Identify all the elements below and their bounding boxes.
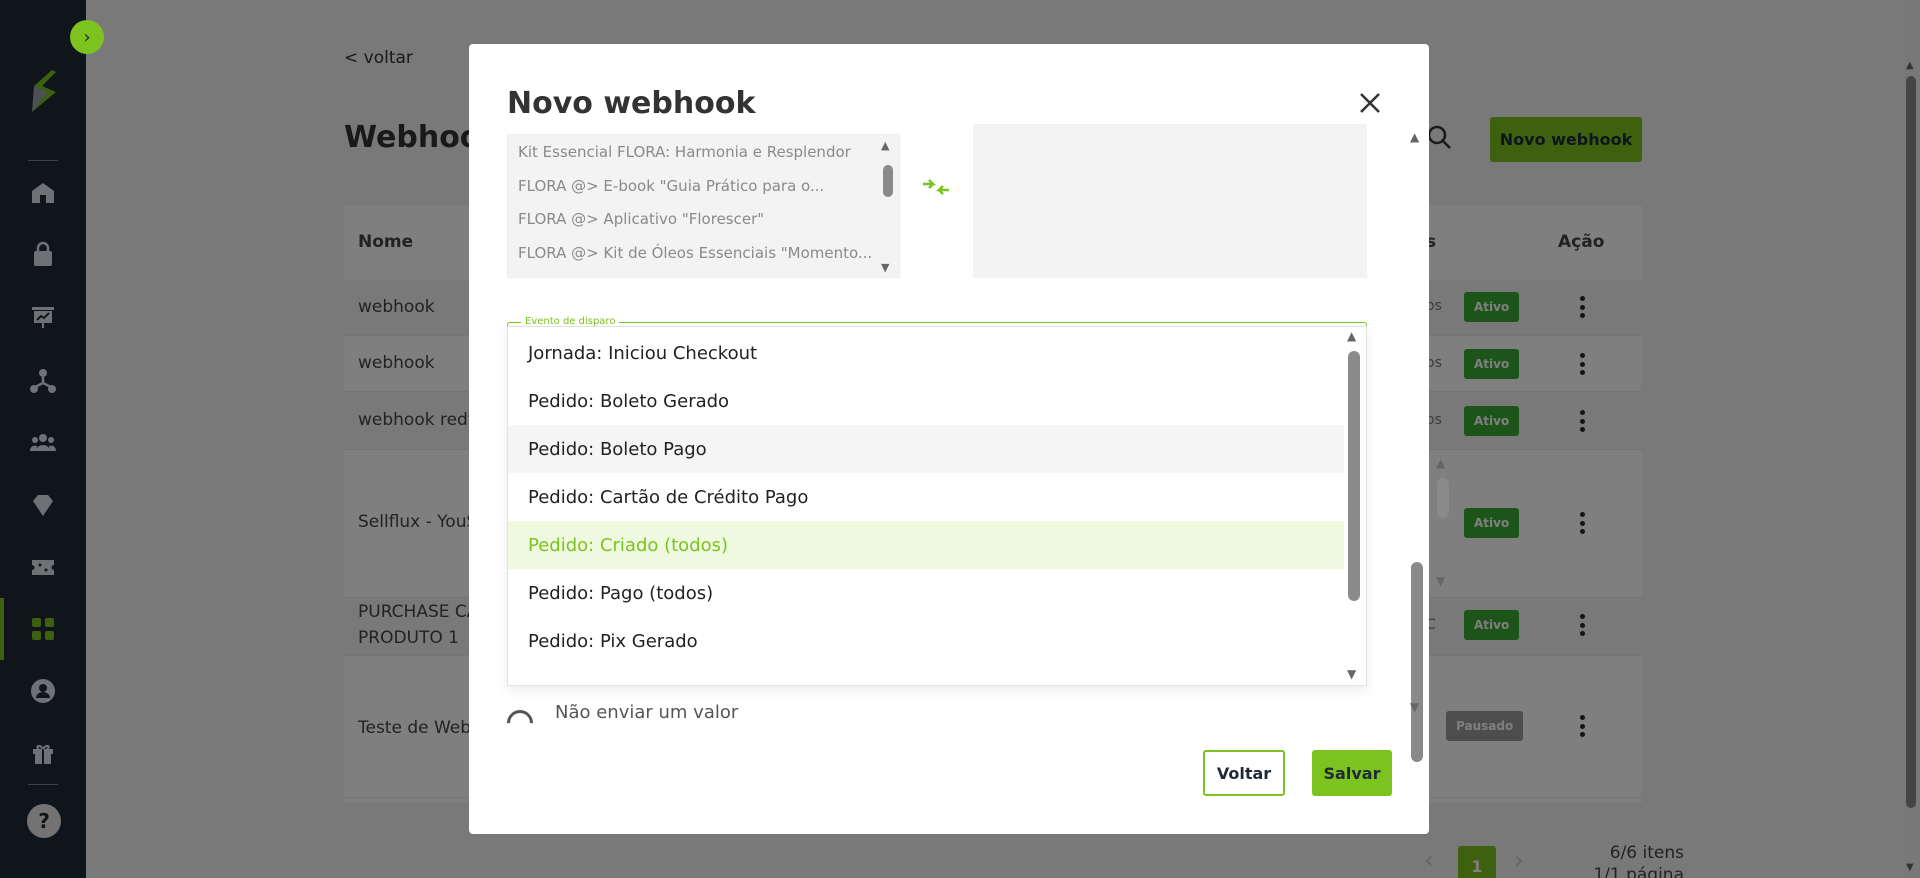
available-products-list[interactable]: Kit Essencial FLORA: Harmonia e Resplend… <box>507 134 900 278</box>
dropdown-option[interactable]: Pedido: Pix Gerado <box>508 617 1344 665</box>
back-button[interactable]: Voltar <box>1203 750 1285 796</box>
no-value-radio[interactable] <box>501 704 539 742</box>
inner-scrollbar[interactable]: ▲ ▼ <box>1435 456 1451 588</box>
trigger-event-dropdown[interactable]: Jornada: Iniciou Checkout Pedido: Boleto… <box>507 326 1367 686</box>
selected-products-list[interactable] <box>973 124 1367 278</box>
modal-scrollbar[interactable]: ▲ ▼ <box>1409 128 1425 762</box>
dropdown-option[interactable]: Pedido: Boleto Pago <box>508 425 1344 473</box>
no-value-label: Não enviar um valor <box>555 702 739 723</box>
list-item[interactable]: Kit Essencial FLORA: Harmonia e Resplend… <box>518 143 851 161</box>
transfer-icon[interactable] <box>921 172 951 202</box>
dropdown-option[interactable]: Jornada: Iniciou Checkout <box>508 329 1344 377</box>
close-icon[interactable] <box>1355 88 1385 118</box>
save-button[interactable]: Salvar <box>1312 750 1392 796</box>
list-item[interactable]: FLORA @> Kit de Óleos Essenciais "Moment… <box>518 244 872 262</box>
dropdown-option[interactable]: Pedido: Boleto Gerado <box>508 377 1344 425</box>
dropdown-option[interactable]: Pedido: Cartão de Crédito Pago <box>508 473 1344 521</box>
list-scrollbar[interactable]: ▲ ▼ <box>880 135 894 277</box>
chevron-right-icon[interactable]: › <box>70 20 104 54</box>
modal-title: Novo webhook <box>507 86 756 121</box>
dropdown-option-selected[interactable]: Pedido: Criado (todos) <box>508 521 1344 569</box>
dropdown-scrollbar[interactable]: ▲ ▼ <box>1346 327 1362 685</box>
new-webhook-modal: Novo webhook Kit Essencial FLORA: Harmon… <box>469 44 1449 834</box>
list-item[interactable]: FLORA @> Aplicativo "Florescer" <box>518 210 764 228</box>
list-item[interactable]: FLORA @> E-book "Guia Prático para o... <box>518 177 824 195</box>
dropdown-option[interactable]: Pedido: Pago (todos) <box>508 569 1344 617</box>
